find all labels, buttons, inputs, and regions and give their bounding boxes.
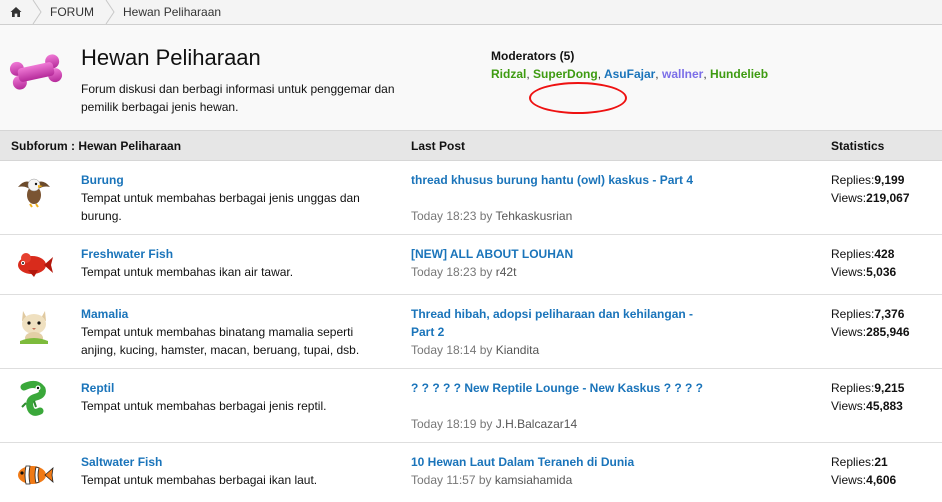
- statistics: Replies:21 Views:4,606: [831, 455, 897, 487]
- bone-icon: [8, 52, 64, 92]
- replies-count: 9,199: [874, 173, 905, 187]
- column-header-last-post: Last Post: [411, 139, 466, 153]
- last-post-title[interactable]: Thread hibah, adopsi peliharaan dan kehi…: [411, 305, 716, 341]
- last-post-meta: Today 18:19 by J.H.Balcazar14: [411, 417, 578, 431]
- subforum-title[interactable]: Saltwater Fish: [81, 455, 162, 469]
- statistics: Replies:9,199 Views:219,067: [831, 173, 910, 205]
- eagle-icon: [14, 171, 54, 211]
- views-count: 45,883: [866, 399, 903, 413]
- chameleon-icon: [14, 379, 54, 419]
- subforum-title[interactable]: Freshwater Fish: [81, 247, 173, 261]
- breadcrumb-forum[interactable]: FORUM: [50, 0, 94, 24]
- moderator-link[interactable]: wallner: [662, 67, 703, 81]
- last-post-time: Today 18:23: [411, 209, 477, 223]
- subforum-description: Tempat untuk membahas berbagai jenis rep…: [81, 399, 327, 413]
- last-post-user[interactable]: kamsiahamida: [495, 473, 572, 487]
- last-post-time: Today 18:23: [411, 265, 477, 279]
- subforum-description: Tempat untuk membahas binatang mamalia s…: [81, 325, 360, 357]
- fish-icon: [14, 245, 54, 285]
- table-row: Saltwater Fish Tempat untuk membahas ber…: [0, 443, 942, 502]
- subforum-title[interactable]: Burung: [81, 173, 124, 187]
- last-post-meta: Today 18:23 by r42t: [411, 265, 517, 279]
- moderators-list: Ridzal, SuperDong, AsuFajar, wallner, Hu…: [491, 67, 769, 81]
- views-count: 5,036: [866, 265, 897, 279]
- subforum-title[interactable]: Mamalia: [81, 307, 128, 321]
- moderator-link[interactable]: Hundelieb: [710, 67, 768, 81]
- last-post-title[interactable]: ? ? ? ? ? New Reptile Lounge - New Kasku…: [411, 379, 716, 397]
- forum-description: Forum diskusi dan berbagi informasi untu…: [81, 82, 395, 114]
- cat-icon: [14, 305, 54, 345]
- replies-count: 21: [874, 455, 888, 469]
- clownfish-icon: [14, 455, 54, 495]
- statistics: Replies:7,376 Views:285,946: [831, 307, 910, 339]
- last-post-meta: Today 11:57 by kamsiahamida: [411, 473, 573, 487]
- replies-count: 428: [874, 247, 895, 261]
- breadcrumb: FORUM Hewan Peliharaan: [0, 0, 942, 25]
- home-icon[interactable]: [0, 0, 32, 24]
- last-post-user[interactable]: J.H.Balcazar14: [496, 417, 577, 431]
- table-row: Mamalia Tempat untuk membahas binatang m…: [0, 295, 942, 369]
- views-count: 285,946: [866, 325, 910, 339]
- moderator-link[interactable]: SuperDong: [533, 67, 598, 81]
- table-header: Subforum : Hewan Peliharaan Last Post St…: [0, 130, 942, 161]
- subforum-description: Tempat untuk membahas berbagai jenis ung…: [81, 191, 360, 223]
- table-row: Burung Tempat untuk membahas berbagai je…: [0, 161, 942, 235]
- subforum-description: Tempat untuk membahas berbagai ikan laut…: [81, 473, 318, 487]
- moderators-label: Moderators (5): [491, 49, 575, 63]
- replies-count: 9,215: [874, 381, 905, 395]
- table-row: Freshwater Fish Tempat untuk membahas ik…: [0, 235, 942, 295]
- moderator-link[interactable]: Ridzal: [491, 67, 526, 81]
- statistics: Replies:9,215 Views:45,883: [831, 381, 905, 413]
- last-post-time: Today 11:57: [411, 473, 476, 487]
- subforum-description: Tempat untuk membahas ikan air tawar.: [81, 265, 294, 279]
- last-post-title[interactable]: 10 Hewan Laut Dalam Teraneh di Dunia: [411, 453, 716, 471]
- breadcrumb-separator-icon: [105, 0, 115, 24]
- last-post-time: Today 18:19: [411, 417, 477, 431]
- statistics: Replies:428 Views:5,036: [831, 247, 897, 279]
- page-title: Hewan Peliharaan: [81, 45, 261, 70]
- forum-header: Hewan Peliharaan Forum diskusi dan berba…: [0, 25, 942, 130]
- last-post-meta: Today 18:23 by Tehkaskusrian: [411, 209, 573, 223]
- replies-count: 7,376: [874, 307, 905, 321]
- last-post-meta: Today 18:14 by Kiandita: [411, 343, 540, 357]
- column-header-subforum: Subforum : Hewan Peliharaan: [11, 139, 182, 153]
- table-row: Reptil Tempat untuk membahas berbagai je…: [0, 369, 942, 443]
- last-post-title[interactable]: thread khusus burung hantu (owl) kaskus …: [411, 171, 716, 189]
- last-post-user[interactable]: Kiandita: [496, 343, 539, 357]
- last-post-user[interactable]: r42t: [496, 265, 517, 279]
- breadcrumb-separator-icon: [32, 0, 42, 24]
- last-post-user[interactable]: Tehkaskusrian: [496, 209, 573, 223]
- highlight-circle: [529, 82, 627, 114]
- views-count: 4,606: [866, 473, 897, 487]
- column-header-statistics: Statistics: [831, 139, 885, 153]
- breadcrumb-current[interactable]: Hewan Peliharaan: [123, 0, 221, 24]
- views-count: 219,067: [866, 191, 910, 205]
- moderator-link[interactable]: AsuFajar: [604, 67, 655, 81]
- last-post-title[interactable]: [NEW] ALL ABOUT LOUHAN: [411, 245, 716, 263]
- last-post-time: Today 18:14: [411, 343, 477, 357]
- subforum-title[interactable]: Reptil: [81, 381, 114, 395]
